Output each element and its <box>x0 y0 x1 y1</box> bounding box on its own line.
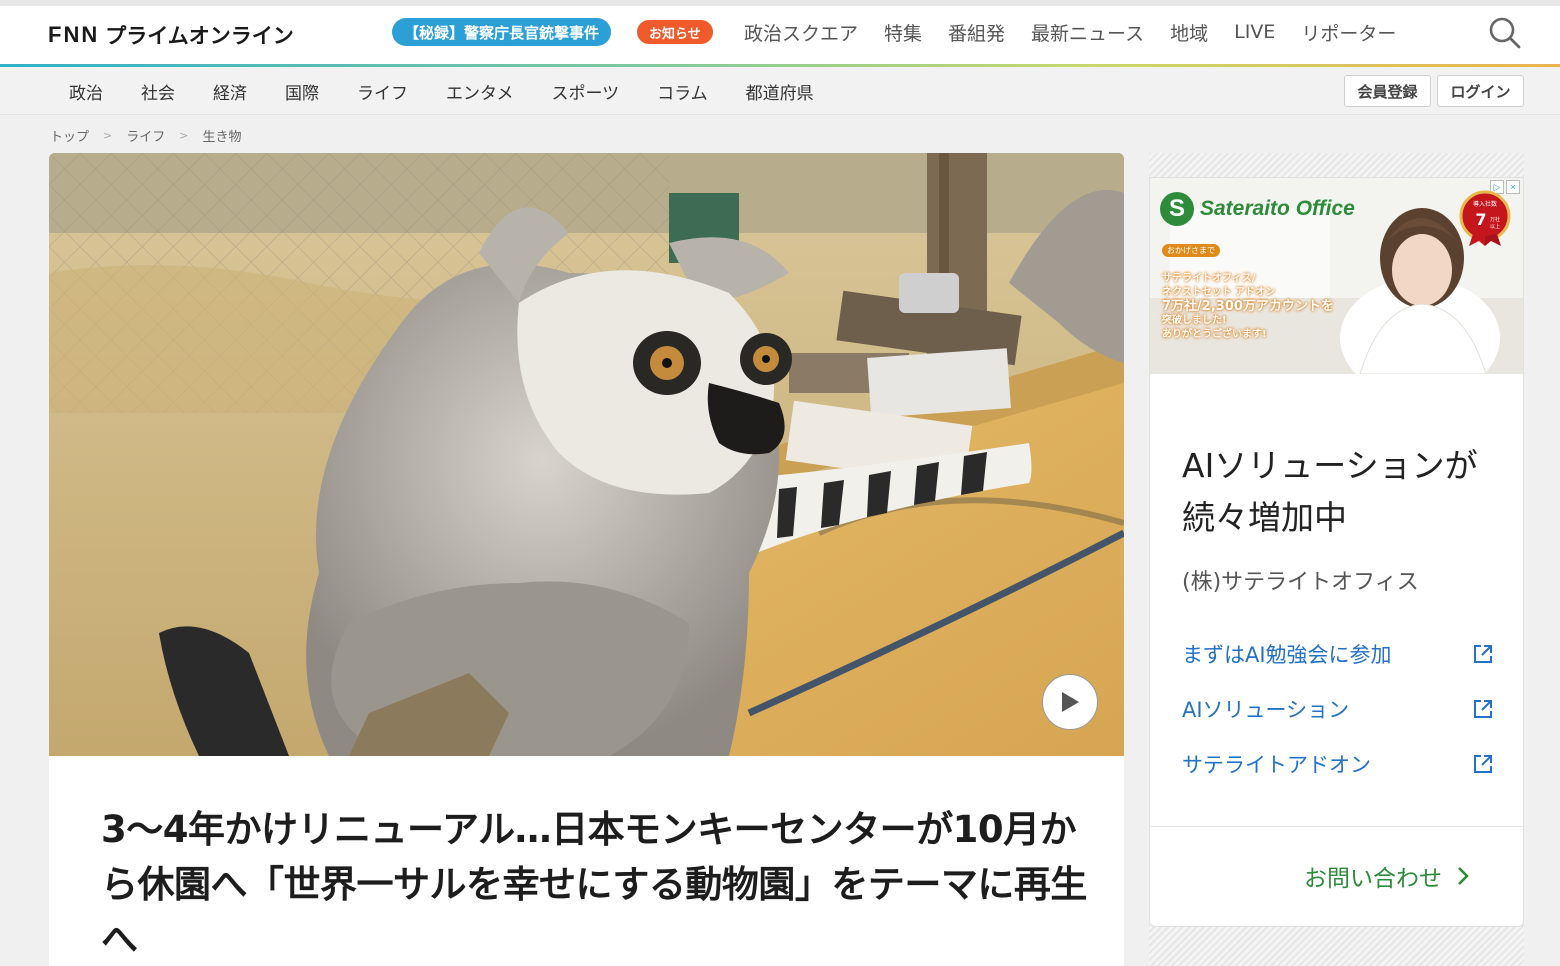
ad-line-3: 7万社/2,300万アカウントを <box>1162 299 1334 314</box>
nav-item-reporter[interactable]: リポーター <box>1301 19 1396 46</box>
site-logo[interactable]: FNN プライムオンライン <box>48 20 294 50</box>
medal-unit: 万社 <box>1490 216 1500 223</box>
ad-company: (株)サテライトオフィス <box>1182 570 1419 595</box>
ad-divider <box>1150 826 1523 827</box>
category-society[interactable]: 社会 <box>122 79 194 104</box>
medal-number: 7 <box>1475 210 1486 229</box>
breadcrumb: トップ > ライフ > 生き物 <box>50 126 241 145</box>
login-button[interactable]: ログイン <box>1437 75 1524 107</box>
category-sports[interactable]: スポーツ <box>533 79 639 104</box>
sateraito-s-icon: S <box>1160 192 1194 226</box>
nav-item-features[interactable]: 特集 <box>884 19 922 46</box>
nav-item-politics-square[interactable]: 政治スクエア <box>744 19 858 46</box>
hero-video-thumbnail[interactable] <box>49 153 1124 756</box>
ad-contact-button[interactable]: お問い合わせ <box>1304 858 1470 894</box>
category-bar: 政治 社会 経済 国際 ライフ エンタメ スポーツ コラム 都道府県 会員登録 … <box>0 67 1560 115</box>
nav-item-latest-news[interactable]: 最新ニュース <box>1031 19 1144 46</box>
play-button[interactable] <box>1042 674 1098 730</box>
article-card: 3～4年かけリニューアル…日本モンキーセンターが10月から休園へ「世界一サルを幸… <box>49 756 1124 966</box>
nav-item-live[interactable]: LIVE <box>1234 21 1275 43</box>
ad-link-list: まずはAI勉強会に参加 AIソリューション サテライトアドオン <box>1182 626 1494 791</box>
award-medal-icon: 導入社数 7 万社 以上 <box>1459 190 1511 246</box>
ad-line-2: ネクストセット アドオン <box>1162 287 1276 298</box>
category-economy[interactable]: 経済 <box>194 79 266 104</box>
register-button[interactable]: 会員登録 <box>1344 75 1431 107</box>
breadcrumb-top[interactable]: トップ <box>50 126 89 145</box>
sidebar: ▷ × S Sateraito Office おかげさまで サテライトオフィス/… <box>1149 153 1524 966</box>
external-link-icon <box>1474 754 1492 773</box>
chevron-right-icon <box>1458 867 1469 885</box>
medal-bottom-text: 以上 <box>1490 223 1500 230</box>
logo-prefix: FNN <box>48 22 100 47</box>
ad-cta-label: お問い合わせ <box>1304 866 1442 892</box>
article-headline: 3～4年かけリニューアル…日本モンキーセンターが10月から休園へ「世界一サルを幸… <box>101 808 1087 961</box>
lemur-photo <box>49 153 1124 756</box>
ad-link-satellite-addon[interactable]: サテライトアドオン <box>1182 736 1494 791</box>
ad-brand-logo: S Sateraito Office <box>1160 192 1355 226</box>
sponsored-ad-card[interactable]: ▷ × S Sateraito Office おかげさまで サテライトオフィス/… <box>1149 177 1524 927</box>
notice-badge[interactable]: お知らせ <box>637 20 713 44</box>
ad-line-1: サテライトオフィス/ <box>1162 273 1256 284</box>
top-navigation: 政治スクエア 特集 番組発 最新ニュース 地域 LIVE リポーター <box>736 16 1414 48</box>
breadcrumb-life[interactable]: ライフ <box>126 126 165 145</box>
category-column[interactable]: コラム <box>638 79 727 104</box>
ad-link-label: AIソリューション <box>1182 697 1350 722</box>
ad-banner-copy: サテライトオフィス/ ネクストセット アドオン 7万社/2,300万アカウントを… <box>1162 272 1362 342</box>
nav-item-programs[interactable]: 番組発 <box>948 19 1005 46</box>
external-link-icon <box>1474 644 1492 663</box>
breadcrumb-animals[interactable]: 生き物 <box>202 126 241 145</box>
category-prefectures[interactable]: 都道府県 <box>727 79 833 104</box>
category-politics[interactable]: 政治 <box>50 79 122 104</box>
category-international[interactable]: 国際 <box>266 79 338 104</box>
site-header: FNN プライムオンライン 【秘録】警察庁長官銃撃事件 お知らせ 政治スクエア … <box>0 6 1560 66</box>
special-feature-badge[interactable]: 【秘録】警察庁長官銃撃事件 <box>392 18 612 46</box>
ad-line-4: 突破しました! <box>1162 315 1227 326</box>
category-life[interactable]: ライフ <box>338 79 427 104</box>
play-icon <box>1062 692 1079 712</box>
ad-brand-name: Sateraito Office <box>1200 197 1355 220</box>
ad-link-ai-study[interactable]: まずはAI勉強会に参加 <box>1182 626 1494 681</box>
category-entertainment[interactable]: エンタメ <box>427 79 533 104</box>
external-link-icon <box>1474 699 1492 718</box>
breadcrumb-separator-icon: > <box>179 128 189 142</box>
ad-kicker: おかげさまで <box>1162 244 1220 257</box>
breadcrumb-separator-icon: > <box>103 128 113 142</box>
medal-top-text: 導入社数 <box>1473 200 1497 208</box>
logo-text: プライムオンライン <box>105 24 294 48</box>
ad-link-label: まずはAI勉強会に参加 <box>1182 642 1392 667</box>
ad-title[interactable]: AIソリューションが続々増加中 <box>1182 440 1502 544</box>
ad-line-5: ありがとうございます! <box>1162 329 1267 340</box>
ad-link-ai-solution[interactable]: AIソリューション <box>1182 681 1494 736</box>
nav-item-region[interactable]: 地域 <box>1170 19 1208 46</box>
search-icon[interactable] <box>1488 16 1522 50</box>
category-navigation: 政治 社会 経済 国際 ライフ エンタメ スポーツ コラム 都道府県 <box>50 67 833 115</box>
ad-banner-image[interactable]: ▷ × S Sateraito Office おかげさまで サテライトオフィス/… <box>1150 178 1523 374</box>
ad-link-label: サテライトアドオン <box>1182 752 1371 777</box>
